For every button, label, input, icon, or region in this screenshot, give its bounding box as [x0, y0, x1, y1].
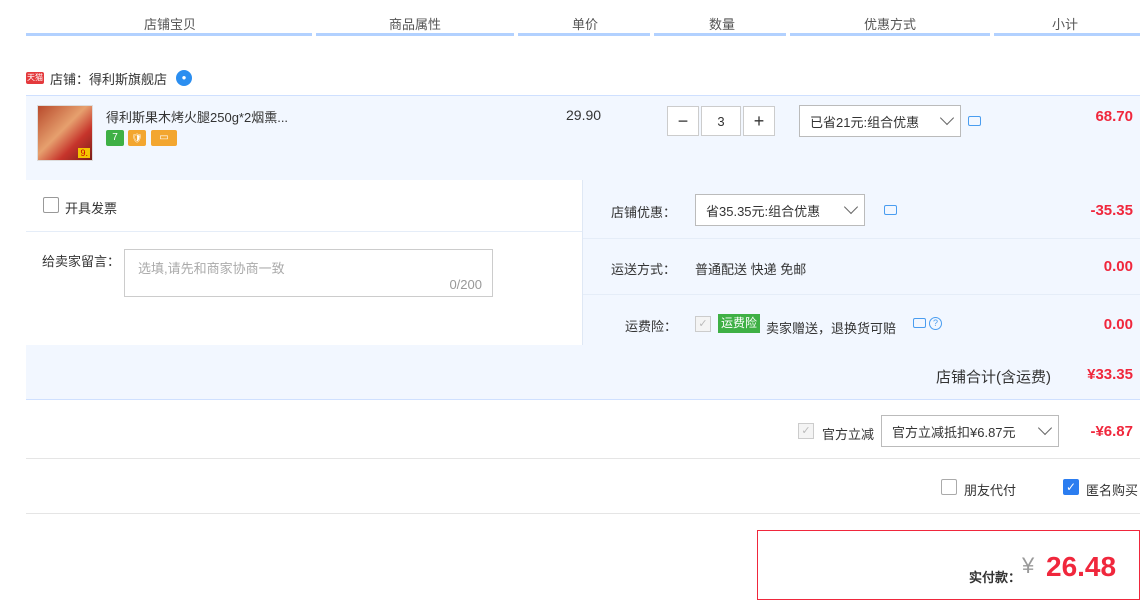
message-counter: 0/200: [449, 277, 482, 292]
seven-day-return-icon: 7: [106, 130, 124, 146]
qty-input[interactable]: 3: [701, 106, 741, 136]
shipping-amount: 0.00: [1103, 258, 1133, 275]
qty-minus-button[interactable]: −: [667, 106, 699, 136]
header-divider: [518, 33, 650, 36]
official-discount-label: 官方立减: [822, 427, 875, 442]
anonymous-checkbox[interactable]: ✓: [1063, 479, 1079, 495]
insurance-desc: 卖家赠送，退换货可赔: [766, 321, 897, 336]
shipping-value: 普通配送 快递 免邮: [695, 262, 807, 277]
seller-message-input[interactable]: 选填,请先和商家协商一致 0/200: [124, 249, 493, 297]
message-label: 给卖家留言：: [42, 254, 121, 269]
friend-pay-label: 朋友代付: [964, 483, 1017, 498]
chevron-down-icon: [1037, 420, 1053, 436]
store-discount-amount: -35.35: [1090, 202, 1133, 219]
chevron-down-icon: [843, 199, 859, 215]
product-thumbnail[interactable]: 9.: [37, 105, 93, 161]
product-title[interactable]: 得利斯果木烤火腿250g*2烟熏...: [106, 107, 288, 126]
insurance-label: 运费险：: [625, 319, 678, 334]
chevron-down-icon: [939, 110, 955, 126]
insurance-tag: 运费险: [718, 314, 760, 333]
divider: [582, 294, 1140, 295]
header-subtotal: 小计: [1051, 17, 1078, 32]
store-discount-label: 店铺优惠：: [611, 205, 677, 220]
qty-plus-button[interactable]: +: [743, 106, 775, 136]
anonymous-label: 匿名购买: [1086, 483, 1139, 498]
divider: [26, 231, 582, 232]
payment-amount: 26.48: [1046, 551, 1117, 582]
message-placeholder: 选填,请先和商家协商一致: [138, 261, 285, 276]
header-quantity: 数量: [708, 17, 735, 32]
insurance-checkbox: ✓: [695, 316, 711, 332]
friend-pay-checkbox[interactable]: [941, 479, 957, 495]
header-attributes: 商品属性: [388, 17, 441, 32]
card-icon: ▭: [151, 130, 177, 146]
divider: [26, 513, 1140, 514]
header-divider: [994, 33, 1140, 36]
store-total-label: 店铺合计(含运费): [936, 369, 1051, 386]
help-icon[interactable]: ?: [929, 317, 942, 330]
chat-wangwang-icon[interactable]: ●: [176, 70, 193, 86]
header-divider: [26, 33, 312, 36]
official-discount-checkbox: ✓: [798, 423, 814, 439]
store-discount-select[interactable]: 省35.35元:组合优惠: [695, 194, 865, 226]
payment-summary: 实付款： ¥ 26.48: [757, 530, 1140, 600]
message-icon[interactable]: [968, 116, 981, 126]
shop-name[interactable]: 店铺：得利斯旗舰店: [50, 69, 167, 88]
shipping-label: 运送方式：: [611, 262, 677, 277]
store-total-amount: ¥33.35: [1087, 366, 1133, 383]
guarantee-icon: 🛡: [128, 130, 146, 146]
payment-label: 实付款：: [969, 570, 1022, 585]
invoice-label: 开具发票: [65, 201, 118, 216]
header-discount: 优惠方式: [863, 17, 916, 32]
divider: [582, 180, 583, 345]
header-divider: [790, 33, 990, 36]
message-icon[interactable]: [884, 205, 897, 215]
insurance-amount: 0.00: [1103, 316, 1133, 333]
shop-row: 天猫 店铺：得利斯旗舰店 ●: [26, 68, 193, 88]
item-subtotal: 68.70: [1095, 108, 1133, 125]
official-discount-amount: -¥6.87: [1090, 423, 1133, 440]
header-unit-price: 单价: [571, 17, 598, 32]
message-icon[interactable]: [913, 318, 926, 328]
header-divider: [316, 33, 514, 36]
header-shop-items: 店铺宝贝: [143, 17, 196, 32]
payment-currency: ¥: [1022, 553, 1035, 578]
divider: [582, 238, 1140, 239]
official-discount-select[interactable]: 官方立减抵扣¥6.87元: [881, 415, 1059, 447]
divider: [26, 458, 1140, 459]
unit-price: 29.90: [566, 107, 602, 123]
invoice-checkbox[interactable]: [43, 197, 59, 213]
tmall-icon: 天猫: [26, 72, 44, 84]
item-promo-select[interactable]: 已省21元:组合优惠: [799, 105, 961, 137]
header-divider: [654, 33, 786, 36]
